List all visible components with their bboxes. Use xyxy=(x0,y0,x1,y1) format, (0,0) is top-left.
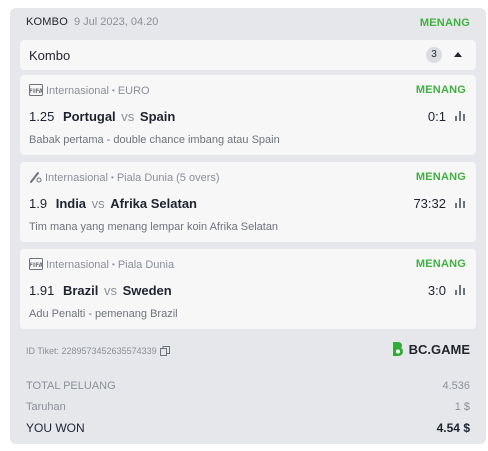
vs-label: vs xyxy=(121,109,135,124)
brand-logo: BC.GAME xyxy=(390,341,470,357)
bet-status: MENANG xyxy=(415,258,466,270)
away-team: Spain xyxy=(139,109,176,124)
match-score: 0:1 xyxy=(427,109,446,124)
league-region: Internasional xyxy=(46,85,109,97)
svg-text:FIFA: FIFA xyxy=(29,262,43,269)
bet-card: FIFA Internasional • EURO MENANG 1.25 Port… xyxy=(20,75,476,155)
separator-dot-icon: • xyxy=(111,173,114,182)
bet-date: 9 Jul 2023, 04.20 xyxy=(74,16,159,28)
combo-toggle[interactable]: Kombo 3 xyxy=(20,40,476,70)
home-team: Portugal xyxy=(62,109,116,124)
fifa-penalty-icon: FIFA xyxy=(29,258,43,270)
vs-label: vs xyxy=(103,283,117,298)
away-team: Sweden xyxy=(122,283,172,298)
bet-selection: Babak pertama - double chance imbang ata… xyxy=(29,134,280,146)
match-score: 73:32 xyxy=(413,196,446,211)
match-line: 1.91 Brazil vs Sweden xyxy=(29,283,172,298)
combo-count-badge: 3 xyxy=(426,47,442,63)
bet-selection: Tim mana yang menang lempar koin Afrika … xyxy=(29,221,279,233)
bet-odds: 1.9 xyxy=(29,196,48,211)
svg-text:FIFA: FIFA xyxy=(29,88,43,95)
league-competition: Piala Dunia (5 overs) xyxy=(116,172,220,184)
bet-ticket: KOMBO 9 Jul 2023, 04.20 MENANG Kombo 3 F… xyxy=(10,8,486,444)
home-team: India xyxy=(55,196,87,211)
stats-icon[interactable] xyxy=(455,111,466,121)
stake-label: Taruhan xyxy=(26,401,66,413)
cricket-icon xyxy=(30,172,42,183)
bet-card: Internasional • Piala Dunia (5 overs) MENA… xyxy=(20,162,476,242)
brand-name: BC.GAME xyxy=(408,342,470,357)
league-region: Internasional xyxy=(46,259,109,271)
league-competition: Piala Dunia xyxy=(117,259,175,271)
vs-label: vs xyxy=(91,196,105,211)
bet-status: MENANG xyxy=(415,84,466,96)
ticket-header: KOMBO 9 Jul 2023, 04.20 MENANG xyxy=(26,16,470,32)
bc-game-logo-icon xyxy=(392,342,403,356)
league-region: Internasional xyxy=(45,172,108,184)
stake-value: 1 $ xyxy=(454,401,470,413)
separator-dot-icon: • xyxy=(112,260,115,269)
won-label: YOU WON xyxy=(26,421,85,435)
stats-icon[interactable] xyxy=(455,285,466,295)
away-team: Afrika Selatan xyxy=(110,196,197,211)
ticket-id-text: ID Tiket: 2289573452635574339 xyxy=(26,346,157,356)
fifa-game-icon: FIFA xyxy=(29,84,43,96)
separator-dot-icon: • xyxy=(112,86,115,95)
bet-type: KOMBO xyxy=(26,16,68,28)
total-odds-label: TOTAL PELUANG xyxy=(26,380,116,392)
copy-icon[interactable] xyxy=(159,346,170,356)
bet-status: MENANG xyxy=(415,171,466,183)
bet-odds: 1.91 xyxy=(29,283,55,298)
match-line: 1.9 India vs Afrika Selatan xyxy=(29,196,197,211)
league-info: FIFA Internasional • EURO xyxy=(29,84,150,98)
bet-card: FIFA Internasional • Piala Dunia MENANG 1.… xyxy=(20,249,476,329)
bet-selection: Adu Penalti - pemenang Brazil xyxy=(29,308,178,320)
match-score: 3:0 xyxy=(427,283,446,298)
match-line: 1.25 Portugal vs Spain xyxy=(29,109,175,124)
combo-label: Kombo xyxy=(29,48,71,63)
home-team: Brazil xyxy=(62,283,99,298)
league-competition: EURO xyxy=(117,85,150,97)
won-value: 4.54 $ xyxy=(436,421,470,435)
total-odds-value: 4.536 xyxy=(442,380,470,392)
league-info: FIFA Internasional • Piala Dunia xyxy=(29,258,174,272)
ticket-id: ID Tiket: 2289573452635574339 xyxy=(26,346,170,356)
ticket-status: MENANG xyxy=(419,17,470,29)
stats-icon[interactable] xyxy=(455,198,466,208)
league-info: Internasional • Piala Dunia (5 overs) xyxy=(29,171,220,185)
bet-odds: 1.25 xyxy=(29,109,55,124)
caret-up-icon[interactable] xyxy=(454,52,462,57)
